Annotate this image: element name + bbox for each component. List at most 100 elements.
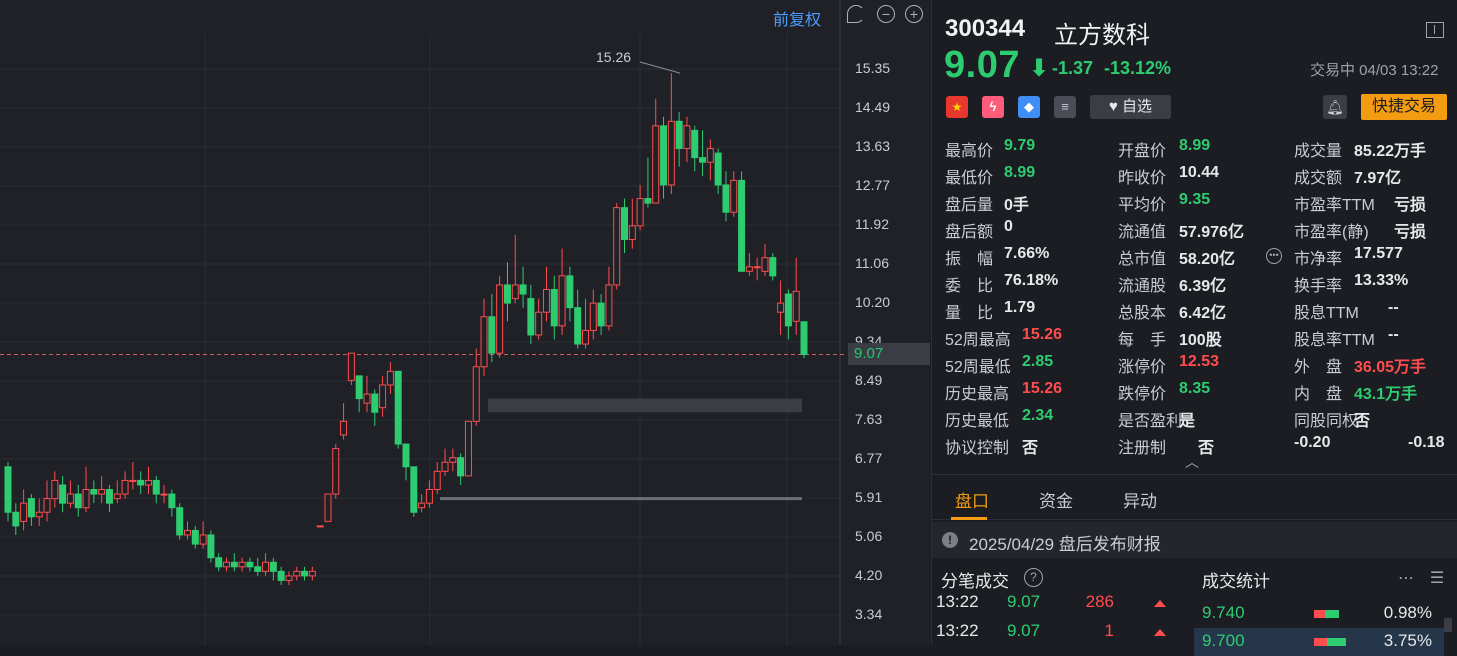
layout-toggle-icon[interactable] — [1426, 22, 1444, 38]
candle-body — [277, 570, 285, 581]
candle-body — [488, 316, 496, 354]
peak-price-label: 15.26 — [596, 49, 632, 65]
up-arrow-icon — [1154, 629, 1166, 636]
price-change-pct: -13.12% — [1104, 58, 1172, 78]
y-tick-label: 10.20 — [855, 294, 891, 310]
stat-label: 流通股 — [1118, 278, 1167, 295]
stat-price: 9.740 — [1202, 603, 1245, 622]
candle-body — [683, 125, 691, 150]
lightning-icon[interactable]: ϟ — [982, 96, 1004, 118]
stat-value: 1.79 — [1004, 299, 1036, 316]
stat-label: 股息TTM — [1294, 305, 1359, 322]
stat-value: 10.44 — [1179, 164, 1220, 181]
candle-body — [503, 284, 511, 304]
candle-body — [74, 493, 82, 509]
stat-label: 流通值 — [1118, 224, 1167, 241]
tab-orderbook[interactable]: 盘口 — [955, 487, 989, 512]
zoom-in-icon[interactable]: + — [905, 5, 923, 23]
stat-label: 52周最低 — [945, 359, 1011, 376]
stat-label: 市盈率(静) — [1294, 224, 1369, 241]
quick-trade-button[interactable]: 快捷交易 — [1361, 94, 1447, 120]
zoom-out-icon[interactable]: − — [877, 5, 895, 23]
ticks-title: 分笔成交 — [941, 572, 1009, 591]
candle-body — [215, 557, 223, 568]
tab-fund[interactable]: 资金 — [1039, 487, 1073, 512]
stat-value: 36.05万手 — [1354, 359, 1427, 376]
list-icon[interactable]: ☰ — [1427, 569, 1447, 589]
kline-canvas[interactable] — [0, 0, 930, 645]
stat-label: 总市值 — [1118, 251, 1167, 268]
stat-value: 0 — [1004, 218, 1013, 235]
stat-value: 76.18% — [1004, 272, 1059, 289]
y-tick-label: 6.77 — [855, 450, 883, 466]
tick-time: 13:22 — [936, 592, 979, 611]
stat-label: 市盈率TTM — [1294, 197, 1375, 214]
reset-icon[interactable] — [847, 5, 865, 23]
candle-body — [472, 366, 480, 422]
candle-body — [121, 479, 129, 495]
volume-stat-row[interactable]: 9.740 0.98% — [1194, 600, 1444, 628]
tick-volume: 1 — [1104, 621, 1114, 640]
candle-body — [316, 525, 324, 528]
collapse-chevron-icon[interactable]: ︿ — [1185, 452, 1199, 472]
y-tick-label: 14.49 — [855, 99, 891, 115]
candle-body — [457, 457, 465, 477]
stat-value: 6.42亿 — [1179, 305, 1227, 322]
stat-label: 开盘价 — [1118, 143, 1167, 160]
candle-body — [628, 225, 636, 240]
restore-right-button[interactable]: 前复权 — [773, 6, 821, 30]
y-tick-label: 13.63 — [855, 138, 891, 154]
earnings-notice[interactable]: ! 2025/04/29 盘后发布财报 — [932, 522, 1457, 558]
stat-label: 跌停价 — [1118, 386, 1167, 403]
tab-anomaly[interactable]: 异动 — [1123, 487, 1157, 512]
candle-body — [191, 529, 199, 545]
panel-tabs: 盘口 资金 异动 — [932, 474, 1457, 520]
stat-label: 历史最低 — [945, 413, 1010, 430]
candle-body — [777, 302, 785, 313]
stat-value: 9.35 — [1179, 191, 1211, 208]
stat-label: 市净率 — [1294, 251, 1343, 268]
kline-chart[interactable]: 15.26 15.35 14.49 13.63 12.77 11.92 11.06 10.2… — [0, 0, 930, 645]
price-band — [488, 398, 802, 413]
bell-icon[interactable]: 🔔︎ — [1323, 95, 1347, 119]
y-tick-label: 12.77 — [855, 177, 891, 193]
stat-label: 委 比 — [945, 278, 994, 295]
watch-label: 自选 — [1122, 98, 1153, 115]
candle-body — [43, 498, 51, 513]
tick-volume: 286 — [1085, 592, 1114, 611]
more-options-icon[interactable]: ⋯ — [1396, 569, 1416, 589]
stat-value: 2.34 — [1022, 407, 1054, 424]
stat-label: -0.20 — [1294, 434, 1331, 451]
price-change: -1.37 — [1052, 58, 1094, 78]
note-icon[interactable]: ≡ — [1054, 96, 1076, 118]
help-icon[interactable]: ? — [1024, 568, 1043, 587]
candle-body — [706, 148, 714, 163]
stock-name: 立方数科 — [1054, 22, 1150, 49]
candle-body — [379, 384, 387, 409]
tag-icon[interactable]: ◆ — [1018, 96, 1040, 118]
stat-value: 0手 — [1004, 197, 1029, 214]
stat-value: 否 — [1022, 440, 1039, 457]
stat-value: 亏损 — [1394, 224, 1427, 241]
candle-body — [269, 561, 277, 572]
add-watchlist-button[interactable]: ♥ 自选 — [1090, 95, 1171, 119]
candle-body — [363, 393, 371, 404]
candle-body — [644, 198, 652, 204]
candle-body — [675, 120, 683, 150]
stat-value: 13.33% — [1354, 272, 1409, 289]
sell-bar — [1314, 610, 1325, 618]
stat-label: 协议控制 — [945, 440, 1010, 457]
stat-value: 58.20亿 — [1179, 251, 1236, 268]
stat-price: 9.700 — [1202, 631, 1245, 650]
volume-stat-row[interactable]: 9.700 3.75% — [1194, 628, 1444, 656]
more-icon[interactable]: ••• — [1266, 248, 1282, 264]
candle-body — [90, 489, 98, 495]
candle-body — [129, 479, 137, 482]
stock-code: 300344 — [945, 15, 1026, 42]
stat-value: 17.577 — [1354, 245, 1403, 262]
scrollbar[interactable] — [1444, 618, 1452, 632]
y-tick-label: 11.92 — [855, 216, 889, 232]
stat-value: 15.26 — [1022, 326, 1063, 343]
stat-label: 换手率 — [1294, 278, 1343, 295]
tick-price: 9.07 — [1007, 621, 1041, 640]
